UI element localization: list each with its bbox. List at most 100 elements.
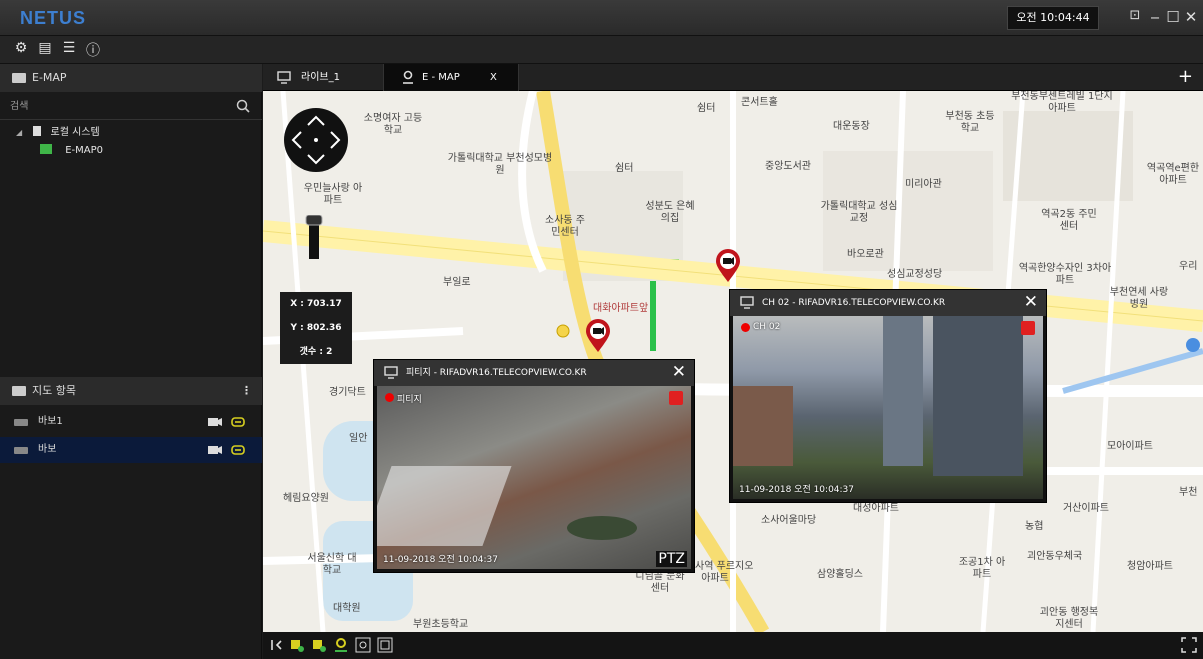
camera-icon [14,419,28,426]
map-label: 대학원 [333,603,361,614]
map-item-row-selected[interactable]: 바보 [0,437,262,463]
camera-window-ch02[interactable]: CH 02 - RIFADVR16.TELECOPVIEW.CO.KR ✕ CH… [729,289,1047,503]
system-icon [33,126,42,136]
expand-icon[interactable]: ◢ [16,128,22,137]
map-label: 콘서트홀 [741,97,778,108]
camera-name: CH 02 [741,322,780,332]
camera-icon [14,447,28,454]
tab-label: 라이브_1 [301,72,340,83]
more-icon[interactable]: ⋮ [241,377,252,405]
emap-header: E-MAP [0,64,262,92]
left-panel: E-MAP 검색 ◢ 로컬 시스템 E-MAP0 지도 항목 ⋮ 바보1 바보 [0,64,262,659]
map-label: 성분도 은혜의집 [645,201,695,224]
map-label: 중앙도서관 [765,161,811,172]
camera-name-label: 피티지 [397,395,422,405]
row-action-icons[interactable] [208,443,248,457]
close-icon[interactable]: ✕ [672,362,686,382]
info-icon[interactable]: ⓘ [84,40,102,59]
user-icon[interactable] [1021,321,1035,335]
map-label: 부천동 초등학교 [945,111,995,134]
map-label: 대운동장 [833,121,870,132]
map-label: 부천 [1179,487,1198,498]
fullscreen-icon[interactable] [1181,637,1197,653]
add-tab-button[interactable]: + [1178,66,1193,87]
map-label: 청암아파트 [1127,561,1173,572]
camera-timestamp: 11-09-2018 오전 10:04:37 [739,485,855,495]
map-label: 거산이파트 [1063,503,1109,514]
tab-emap[interactable]: E - MAP X [383,64,519,91]
map-label: 일안 [349,433,368,444]
camera-feed: 피티지 11-09-2018 오전 10:04:37 PTZ [377,386,691,569]
ptz-label[interactable]: PTZ [656,551,687,567]
marker-count: 갯수 : 2 [299,347,333,357]
map-label: 부원초등학교 [413,619,469,630]
tree-root[interactable]: ◢ 로컬 시스템 [16,126,100,140]
map-label: 역곡한양수자인 3차아파트 [1018,263,1112,286]
folder-icon [12,386,26,396]
edit-map-icon[interactable] [311,637,327,653]
map-label: 대성아파트 [853,503,899,514]
search-icon[interactable] [236,99,250,113]
tree-emap0-label: E-MAP0 [65,145,103,156]
zoom-slider[interactable] [305,215,323,261]
tree-root-label: 로컬 시스템 [50,127,100,138]
folder-icon [12,73,26,83]
row-action-icons[interactable] [208,415,248,429]
map-label: 미리아관 [905,179,942,190]
map-label: 가톨릭대학교 성심교정 [820,201,898,224]
map-label: 쉼터 [615,163,634,174]
camera-window-title[interactable]: CH 02 - RIFADVR16.TELECOPVIEW.CO.KR ✕ [730,290,1046,316]
maximize-button[interactable]: ☐ [1164,8,1182,26]
map-label: 쉼터 [697,103,716,114]
settings-icon[interactable]: ⚙ [12,40,30,58]
target-icon[interactable] [355,637,371,653]
user-icon[interactable] [669,391,683,405]
feed-building [883,316,923,466]
camera-marker[interactable] [585,319,611,353]
tab-bar: 라이브_1 E - MAP X + [263,64,1203,91]
map-label: 성심교정성당 [887,269,943,280]
camera-timestamp: 11-09-2018 오전 10:04:37 [383,555,499,565]
monitor-icon [277,71,291,84]
collapse-icon[interactable] [269,637,285,653]
fit-screen-icon[interactable] [377,637,393,653]
tab-live-1[interactable]: 라이브_1 [263,64,383,91]
minimize-button[interactable]: ‒ [1146,8,1164,26]
add-map-icon[interactable] [289,637,305,653]
tab-close-button[interactable]: X [490,64,497,91]
map-item-label: 바보 [38,444,57,455]
map-bottom-toolbar [263,632,1203,659]
fullscreen-icon[interactable]: ⊡ [1126,8,1144,23]
map-label: 조공1차 아파트 [958,557,1006,580]
camera-window-ptz[interactable]: 피티지 - RIFADVR16.TELECOPVIEW.CO.KR ✕ 피티지 … [373,359,695,573]
map-view[interactable]: 콘서트홀 소명여자 고등학교 가톨릭대학교 부천성모병원 쉼터 쉼터 대운동장 … [263,91,1203,632]
location-pin-icon[interactable] [333,637,349,653]
log-icon[interactable]: ▤ [36,40,54,58]
map-label: 우민늘사랑 아파트 [303,183,363,206]
map-label: 가톨릭대학교 부천성모병원 [447,153,553,176]
close-icon[interactable]: ✕ [1024,292,1038,312]
camera-marker[interactable] [715,249,741,283]
coordinates-box: X : 703.17 Y : 802.36 갯수 : 2 [280,292,352,364]
feed-building [733,386,793,466]
map-label: 역곡역e편한 아파트 [1146,163,1200,186]
app-logo: NETUS [20,8,87,28]
map-label: 헤림요양원 [283,493,329,504]
map-label: 소사어울마당 [761,515,817,526]
camera-window-title[interactable]: 피티지 - RIFADVR16.TELECOPVIEW.CO.KR ✕ [374,360,694,386]
map-label: 부일로 [443,277,471,288]
pan-control[interactable] [283,107,349,173]
map-label: 부천연세 사랑병원 [1109,287,1169,310]
map-label: 부천동부센트레빌 1단지아파트 [1011,91,1113,114]
list-icon[interactable]: ☰ [60,40,78,58]
map-label: 삼양홀딩스 [817,569,863,580]
search-input[interactable]: 검색 [0,94,262,120]
close-button[interactable]: ✕ [1182,8,1200,26]
monitor-icon [384,366,398,379]
feed-building [933,316,1023,476]
map-item-row[interactable]: 바보1 [0,409,262,435]
map-label: 바오로관 [847,249,884,260]
feed-planter [567,516,637,540]
tree-emap0[interactable]: E-MAP0 [40,144,103,158]
map-label: 소명여자 고등학교 [363,113,423,136]
